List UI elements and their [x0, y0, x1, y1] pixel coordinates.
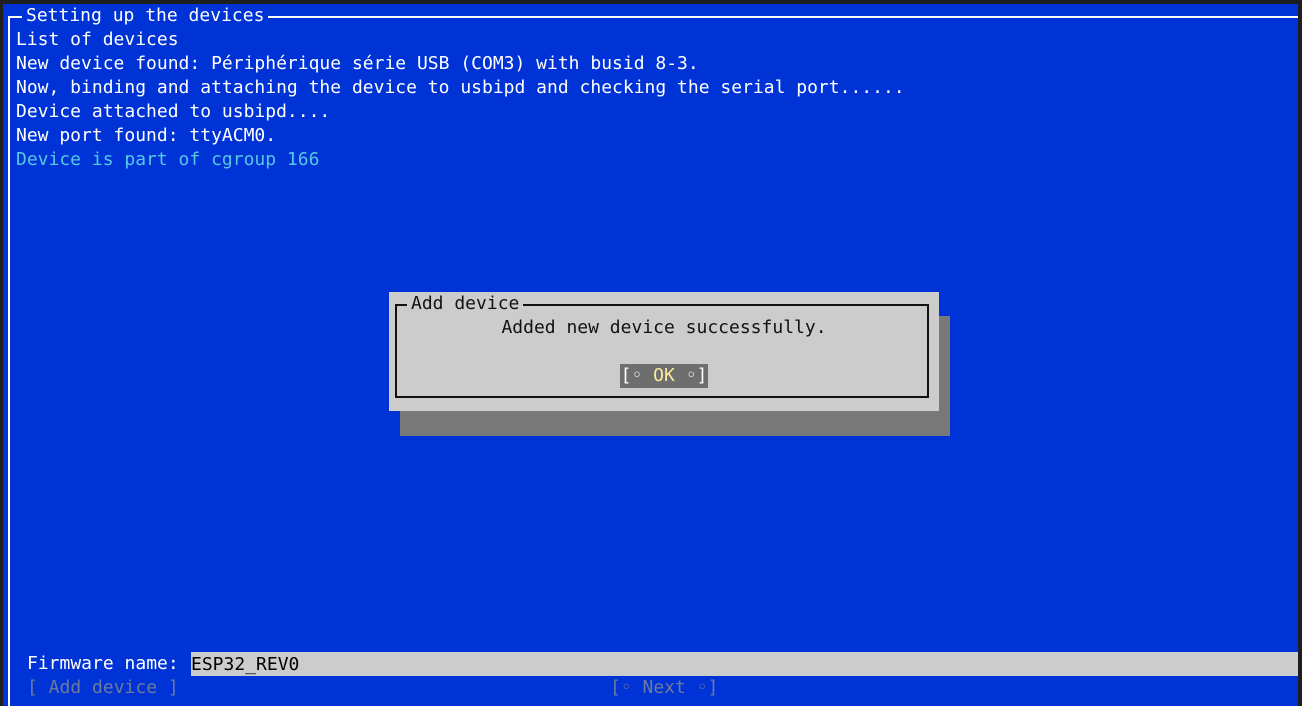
- ok-button-open-bracket: [◦: [620, 365, 643, 386]
- frame-title: Setting up the devices: [22, 4, 269, 28]
- log-line: Now, binding and attaching the device to…: [16, 77, 905, 98]
- ok-button[interactable]: [◦ OK ◦]: [620, 364, 708, 388]
- dialog-title: Add device: [407, 292, 524, 316]
- firmware-name-label: Firmware name:: [27, 653, 179, 674]
- ok-button-label: OK: [653, 365, 675, 386]
- ok-button-close-bracket: ◦]: [685, 365, 708, 386]
- log-line: Device attached to usbipd....: [16, 101, 331, 122]
- log-line: List of devices: [16, 29, 179, 50]
- log-line-cgroup: Device is part of cgroup 166: [16, 149, 320, 170]
- next-button[interactable]: [◦ Next ◦]: [610, 676, 718, 700]
- log-line: New port found: ttyACM0.: [16, 125, 277, 146]
- firmware-name-input[interactable]: [191, 652, 1298, 676]
- add-device-dialog: Add device Added new device successfully…: [389, 292, 939, 411]
- frame-border-left: [8, 16, 10, 706]
- log-line: New device found: Périphérique série USB…: [16, 53, 699, 74]
- dialog-message: Added new device successfully.: [501, 317, 827, 338]
- add-device-button[interactable]: [ Add device ]: [27, 676, 179, 700]
